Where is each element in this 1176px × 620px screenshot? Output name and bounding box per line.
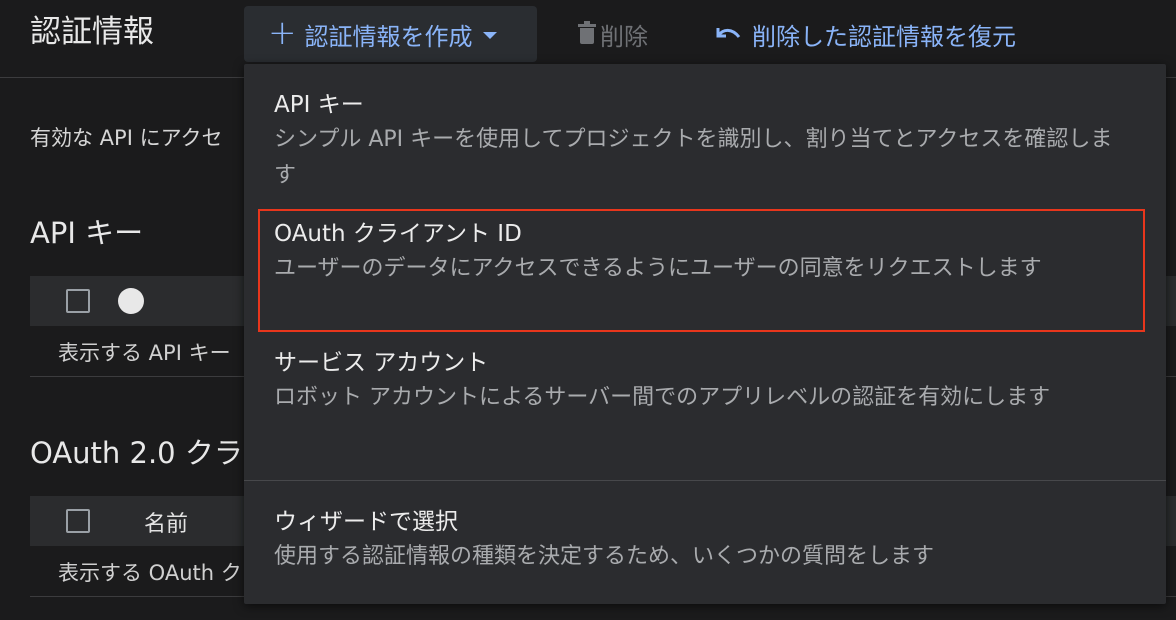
delete-button[interactable]: 削除 (578, 14, 648, 54)
menu-item-description: 使用する認証情報の種類を決定するため、いくつかの質問をします (274, 544, 935, 569)
create-credentials-label: 認証情報を作成 (304, 22, 473, 51)
menu-item-wizard[interactable]: ウィザードで選択 使用する認証情報の種類を決定するため、いくつかの質問をします (244, 505, 1166, 575)
menu-divider (244, 480, 1166, 481)
restore-deleted-label: 削除した認証情報を復元 (752, 22, 1016, 51)
page-title: 認証情報 (30, 14, 154, 50)
menu-item-description: ロボット アカウントによるサーバー間でのアプリレベルの認証を有効にします (274, 385, 1051, 410)
restore-deleted-button[interactable]: 削除した認証情報を復元 (714, 14, 1016, 54)
menu-item-description: ユーザーのデータにアクセスできるようにユーザーの同意をリクエストします (274, 256, 1042, 281)
api-keys-empty-text: 表示する API キー (58, 341, 231, 365)
plus-icon: + (268, 12, 297, 53)
menu-item-service-account[interactable]: サービス アカウント ロボット アカウントによるサーバー間でのアプリレベルの認証… (244, 346, 1166, 416)
api-keys-select-all-checkbox[interactable] (66, 289, 90, 313)
menu-item-description: シンプル API キーを使用してプロジェクトを識別し、割り当てとアクセスを確認し… (274, 127, 1113, 188)
menu-item-title: OAuth クライアント ID (274, 221, 522, 247)
undo-icon (716, 28, 741, 38)
menu-item-title: サービス アカウント (274, 350, 489, 376)
api-keys-section-title: API キー (30, 216, 144, 250)
oauth-select-all-checkbox[interactable] (66, 509, 90, 533)
menu-item-title: ウィザードで選択 (274, 509, 458, 535)
page-description: 有効な API にアクセ (30, 126, 223, 150)
credentials-page: 認証情報 + 認証情報を作成 削除 削除した認証情報を復元 有効な API にア… (0, 0, 1176, 620)
caret-down-icon (482, 31, 497, 39)
trash-icon (578, 21, 596, 45)
create-credentials-menu: API キー シンプル API キーを使用してプロジェクトを識別し、割り当てとア… (244, 64, 1166, 604)
oauth-column-name[interactable]: 名前 (144, 506, 188, 538)
oauth-empty-text: 表示する OAuth ク (58, 561, 242, 585)
delete-label: 削除 (600, 22, 648, 51)
menu-item-api-key[interactable]: API キー シンプル API キーを使用してプロジェクトを識別し、割り当てとア… (244, 88, 1166, 194)
create-credentials-button[interactable]: + 認証情報を作成 (244, 6, 537, 62)
menu-item-oauth-client-id[interactable]: OAuth クライアント ID ユーザーのデータにアクセスできるようにユーザーの… (244, 217, 1166, 287)
menu-item-title: API キー (274, 92, 364, 118)
oauth-section-title: OAuth 2.0 クラ (30, 436, 243, 470)
status-circle-icon (118, 288, 144, 314)
